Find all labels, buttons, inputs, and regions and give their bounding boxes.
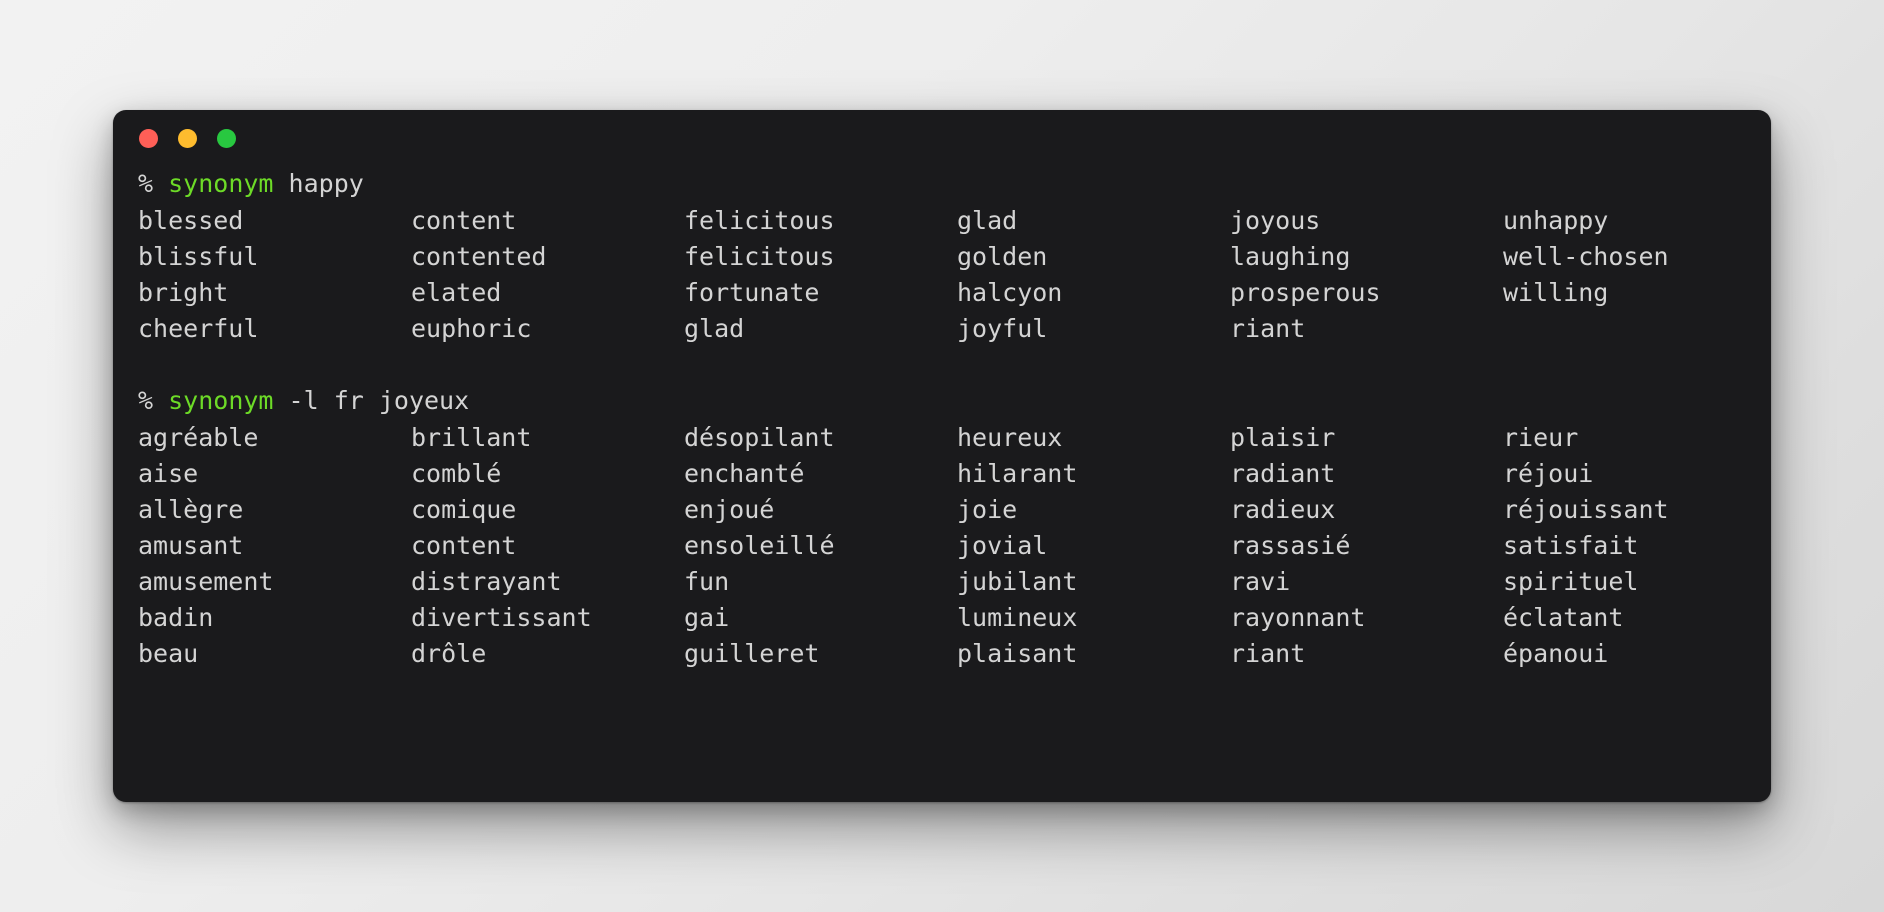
synonym-word: joie <box>957 495 1018 524</box>
synonym-word: drôle <box>411 639 487 668</box>
synonym-word: heureux <box>957 423 1063 452</box>
synonym-word: euphoric <box>411 314 532 343</box>
synonym-word: halcyon <box>957 278 1063 307</box>
synonym-word: rayonnant <box>1230 603 1366 632</box>
synonym-word: elated <box>411 278 502 307</box>
synonym-word: enchanté <box>684 459 805 488</box>
synonym-word: allègre <box>138 495 244 524</box>
synonym-word: content <box>411 206 517 235</box>
synonym-word: felicitous <box>684 206 835 235</box>
maximize-button[interactable] <box>217 128 236 148</box>
synonym-word: content <box>411 531 517 560</box>
synonym-word: prosperous <box>1230 278 1381 307</box>
synonym-word: unhappy <box>1503 206 1609 235</box>
synonym-word: amusant <box>138 531 244 560</box>
close-button[interactable] <box>139 128 158 148</box>
synonym-word: rassasié <box>1230 531 1351 560</box>
synonym-word: ravi <box>1230 567 1291 596</box>
synonym-word: rieur <box>1503 423 1579 452</box>
synonym-word: désopilant <box>684 423 835 452</box>
command-args: -l fr joyeux <box>288 386 470 415</box>
synonym-word: joyous <box>1230 206 1321 235</box>
synonym-word: divertissant <box>411 603 592 632</box>
synonym-word: radiant <box>1230 459 1336 488</box>
desktop-background: % synonym happy blessed content felicito… <box>0 0 1884 912</box>
synonym-word: lumineux <box>957 603 1078 632</box>
synonym-word: jubilant <box>957 567 1078 596</box>
terminal-window: % synonym happy blessed content felicito… <box>113 110 1771 802</box>
synonym-word: blessed <box>138 206 244 235</box>
synonym-word: hilarant <box>957 459 1078 488</box>
terminal-output-area[interactable]: % synonym happy blessed content felicito… <box>113 166 1771 672</box>
command-args: happy <box>288 169 364 198</box>
window-controls <box>139 128 236 148</box>
synonym-word: plaisir <box>1230 423 1336 452</box>
synonym-word: laughing <box>1230 242 1351 271</box>
synonym-word: agréable <box>138 423 259 452</box>
command-name: synonym <box>168 169 274 198</box>
synonym-word: glad <box>684 314 745 343</box>
synonym-word: amusement <box>138 567 274 596</box>
synonym-word: jovial <box>957 531 1048 560</box>
synonym-word: beau <box>138 639 199 668</box>
synonym-word: fortunate <box>684 278 820 307</box>
synonym-word: bright <box>138 278 229 307</box>
synonym-word: riant <box>1230 314 1306 343</box>
minimize-button[interactable] <box>178 128 197 148</box>
synonym-word: spirituel <box>1503 567 1639 596</box>
synonym-word: felicitous <box>684 242 835 271</box>
prompt-sigil: % <box>138 386 154 415</box>
synonym-results-grid: blessed content felicitous glad joyous u… <box>138 203 1771 347</box>
synonym-word <box>1503 311 1771 347</box>
synonym-word: comblé <box>411 459 502 488</box>
synonym-word: plaisant <box>957 639 1078 668</box>
synonym-word: glad <box>957 206 1018 235</box>
synonym-word: épanoui <box>1503 639 1609 668</box>
synonym-word: ensoleillé <box>684 531 835 560</box>
synonym-word: radieux <box>1230 495 1336 524</box>
terminal-session: % synonym happy blessed content felicito… <box>138 166 1771 347</box>
prompt-sigil: % <box>138 169 154 198</box>
synonym-word: satisfait <box>1503 531 1639 560</box>
terminal-titlebar[interactable] <box>113 110 1771 166</box>
synonym-word: badin <box>138 603 214 632</box>
command-line[interactable]: % synonym happy <box>138 166 1771 202</box>
synonym-results-grid: agréable brillant désopilant heureux pla… <box>138 420 1771 672</box>
synonym-word: contented <box>411 242 547 271</box>
synonym-word: distrayant <box>411 567 562 596</box>
synonym-word: fun <box>684 567 730 596</box>
synonym-word: comique <box>411 495 517 524</box>
output-spacer <box>138 347 1771 383</box>
synonym-word: riant <box>1230 639 1306 668</box>
synonym-word: joyful <box>957 314 1048 343</box>
synonym-word: cheerful <box>138 314 259 343</box>
synonym-word: well-chosen <box>1503 242 1669 271</box>
command-line[interactable]: % synonym -l fr joyeux <box>138 383 1771 419</box>
synonym-word: willing <box>1503 278 1609 307</box>
command-name: synonym <box>168 386 274 415</box>
synonym-word: brillant <box>411 423 532 452</box>
synonym-word: guilleret <box>684 639 820 668</box>
terminal-session: % synonym -l fr joyeux agréable brillant… <box>138 383 1771 672</box>
synonym-word: réjouissant <box>1503 495 1669 524</box>
synonym-word: réjoui <box>1503 459 1594 488</box>
synonym-word: blissful <box>138 242 259 271</box>
synonym-word: golden <box>957 242 1048 271</box>
synonym-word: éclatant <box>1503 603 1624 632</box>
synonym-word: gai <box>684 603 730 632</box>
synonym-word: enjoué <box>684 495 775 524</box>
synonym-word: aise <box>138 459 199 488</box>
